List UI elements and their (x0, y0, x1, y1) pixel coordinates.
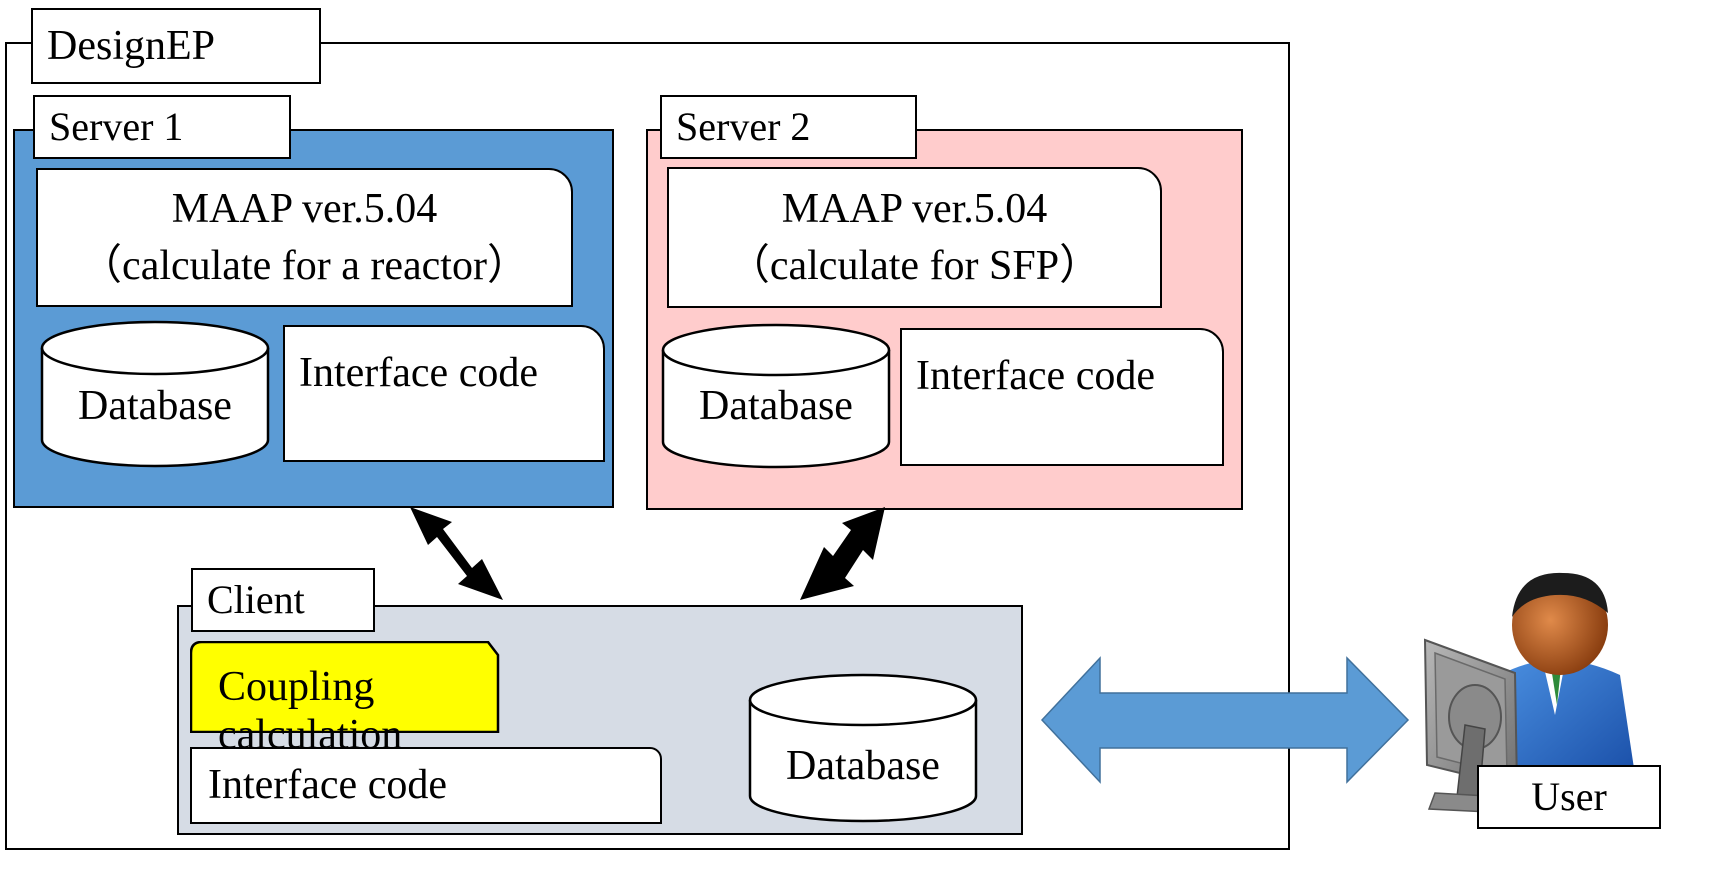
client-user-arrow (1040, 656, 1410, 784)
client-interface-label: Interface code (208, 762, 447, 808)
client-database-label: Database (786, 743, 940, 789)
server1-database: Database (40, 318, 270, 468)
server2-database: Database (661, 322, 891, 470)
server1-label: Server 1 (33, 95, 291, 159)
server2-maap-title: MAAP ver.5.04 (781, 185, 1048, 232)
server1-client-arrow (410, 507, 503, 600)
client-label: Client (191, 568, 375, 632)
double-block-arrow-icon (1040, 656, 1410, 784)
server1-maap-subtitle: （calculate for a reactor） (80, 242, 529, 289)
client-interface-box: Interface code (190, 747, 662, 824)
coupling-calculation-label: Coupling calculation (218, 664, 403, 758)
coupling-calculation-box: Coupling calculation (190, 641, 500, 758)
server2-maap-subtitle: （calculate for SFP） (727, 242, 1102, 289)
server2-label: Server 2 (660, 95, 917, 159)
server2-interface-label: Interface code (916, 353, 1155, 399)
client-database: Database (748, 672, 978, 824)
double-arrow-icon (800, 507, 885, 600)
server2-database-label: Database (699, 383, 853, 429)
server2-interface-box: Interface code (900, 328, 1224, 466)
server2-client-arrow (800, 507, 885, 600)
server1-maap-box: MAAP ver.5.04 （calculate for a reactor） (36, 168, 573, 307)
server1-interface-label: Interface code (299, 350, 538, 396)
server2-maap-box: MAAP ver.5.04 （calculate for SFP） (667, 167, 1162, 308)
server1-maap-title: MAAP ver.5.04 (171, 185, 438, 232)
server1-interface-box: Interface code (283, 325, 605, 462)
user-label: User (1477, 765, 1661, 829)
designep-label: DesignEP (31, 8, 321, 84)
double-arrow-icon (410, 507, 503, 600)
server1-database-label: Database (78, 383, 232, 429)
